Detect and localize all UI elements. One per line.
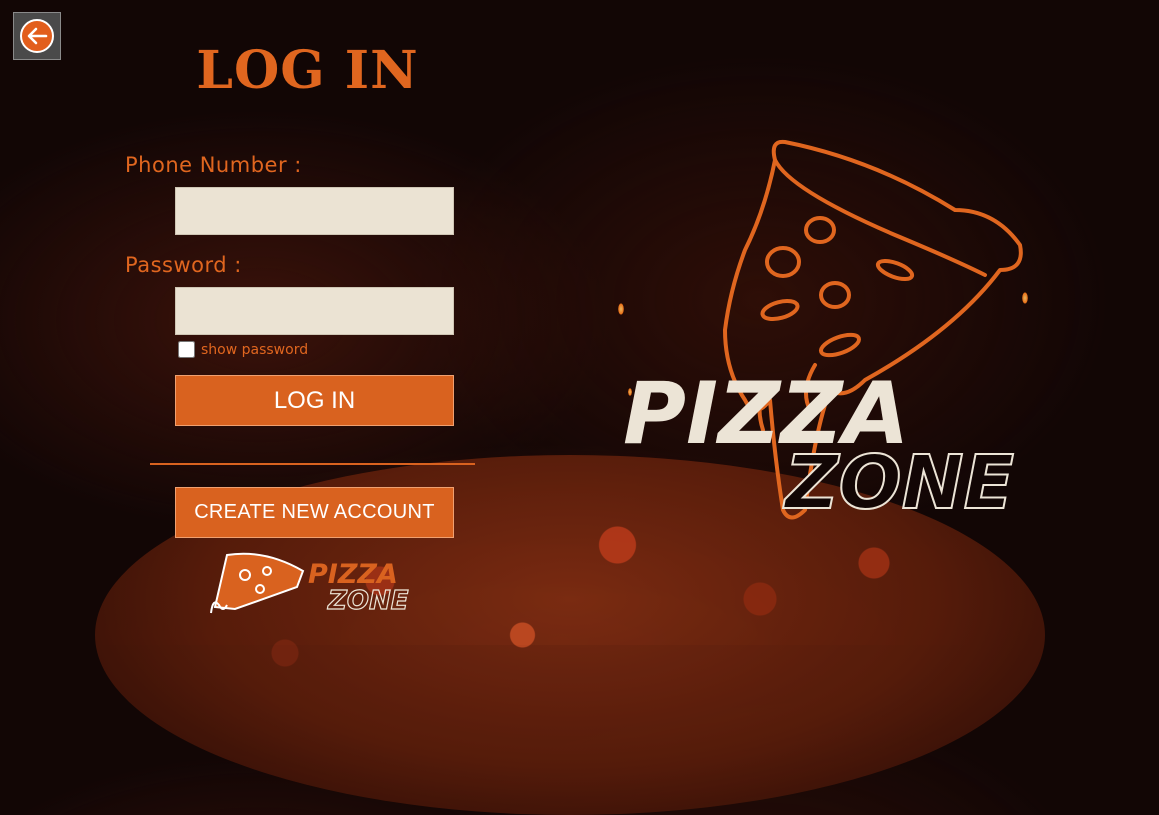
login-button[interactable]: LOG IN (175, 375, 454, 426)
pizza-slice-icon (210, 552, 305, 614)
password-input[interactable] (175, 287, 454, 335)
phone-number-label: Phone Number : (125, 153, 302, 177)
divider (150, 463, 475, 465)
password-label: Password : (125, 253, 242, 277)
logo-word2: ZONE (783, 440, 1014, 526)
show-password-checkbox[interactable] (178, 341, 195, 358)
show-password-label: show password (201, 341, 309, 358)
show-password-row: show password (178, 341, 308, 358)
page-title: LOG IN (196, 40, 419, 101)
pizza-zone-logo: PIZZA ZONE (623, 139, 1023, 527)
create-account-button[interactable]: CREATE NEW ACCOUNT (175, 487, 454, 538)
small-logo-word2: ZONE (327, 586, 409, 616)
small-pizza-zone-logo: PIZZA ZONE (210, 552, 409, 617)
phone-number-input[interactable] (175, 187, 454, 235)
